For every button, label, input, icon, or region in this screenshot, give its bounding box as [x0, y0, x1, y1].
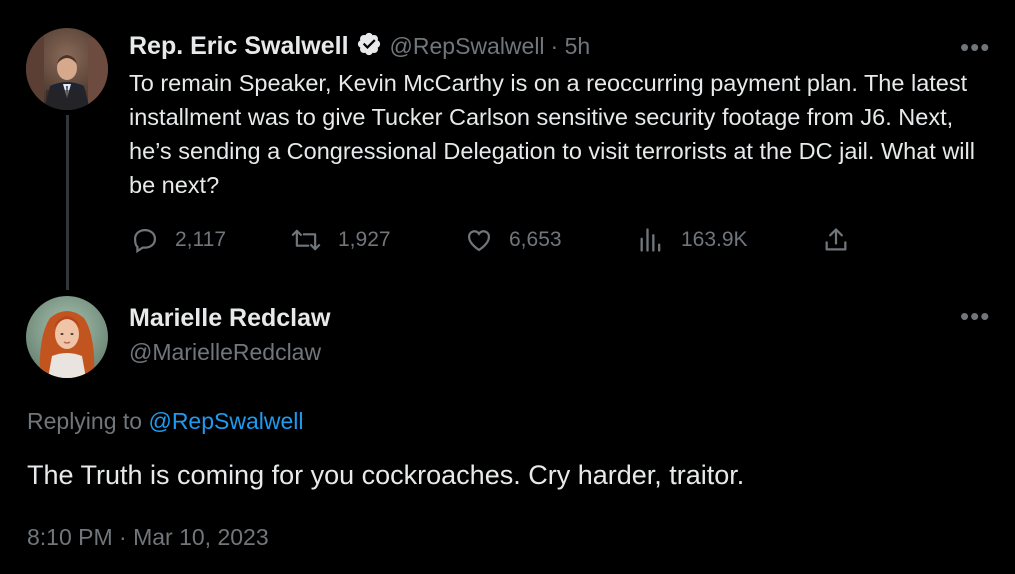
reply-count: 2,117 — [175, 228, 226, 251]
share-icon — [822, 228, 850, 258]
reply-text: The Truth is coming for you cockroaches.… — [27, 460, 745, 490]
reply-button[interactable]: 2,117 — [131, 226, 226, 254]
like-count: 6,653 — [509, 228, 562, 251]
verified-badge-icon — [356, 31, 382, 62]
reply-author-name[interactable]: Marielle Redclaw — [129, 304, 330, 333]
views-button[interactable]: 163.9K — [637, 226, 748, 254]
avatar-swalwell[interactable] — [26, 28, 108, 110]
avatar-image — [26, 296, 108, 378]
reply-timestamp[interactable]: 8:10 PM · Mar 10, 2023 — [27, 524, 269, 551]
share-button[interactable] — [822, 226, 850, 259]
more-icon[interactable]: ••• — [960, 34, 990, 60]
replying-to-link[interactable]: @RepSwalwell — [148, 408, 303, 434]
avatar-image — [26, 28, 108, 110]
replying-to-line: Replying to @RepSwalwell — [27, 408, 303, 435]
like-icon — [465, 226, 493, 254]
tweet-header: Rep. Eric Swalwell @RepSwalwell · 5h — [129, 31, 590, 62]
more-icon[interactable]: ••• — [960, 303, 990, 329]
thread-connector-line — [66, 115, 69, 290]
tweet-time[interactable]: · 5h — [551, 33, 591, 60]
retweet-icon — [290, 226, 322, 254]
reply-icon — [131, 226, 159, 254]
retweet-count: 1,927 — [338, 228, 391, 251]
like-button[interactable]: 6,653 — [465, 226, 562, 254]
reply-author-handle[interactable]: @MarielleRedclaw — [129, 339, 321, 366]
author-name[interactable]: Rep. Eric Swalwell — [129, 32, 349, 61]
views-icon — [637, 226, 665, 254]
replying-to-prefix: Replying to — [27, 408, 143, 434]
author-handle[interactable]: @RepSwalwell — [390, 33, 545, 60]
avatar-redclaw[interactable] — [26, 296, 108, 378]
views-count: 163.9K — [681, 228, 748, 251]
tweet-text: To remain Speaker, Kevin McCarthy is on … — [129, 70, 975, 198]
retweet-button[interactable]: 1,927 — [290, 226, 391, 254]
